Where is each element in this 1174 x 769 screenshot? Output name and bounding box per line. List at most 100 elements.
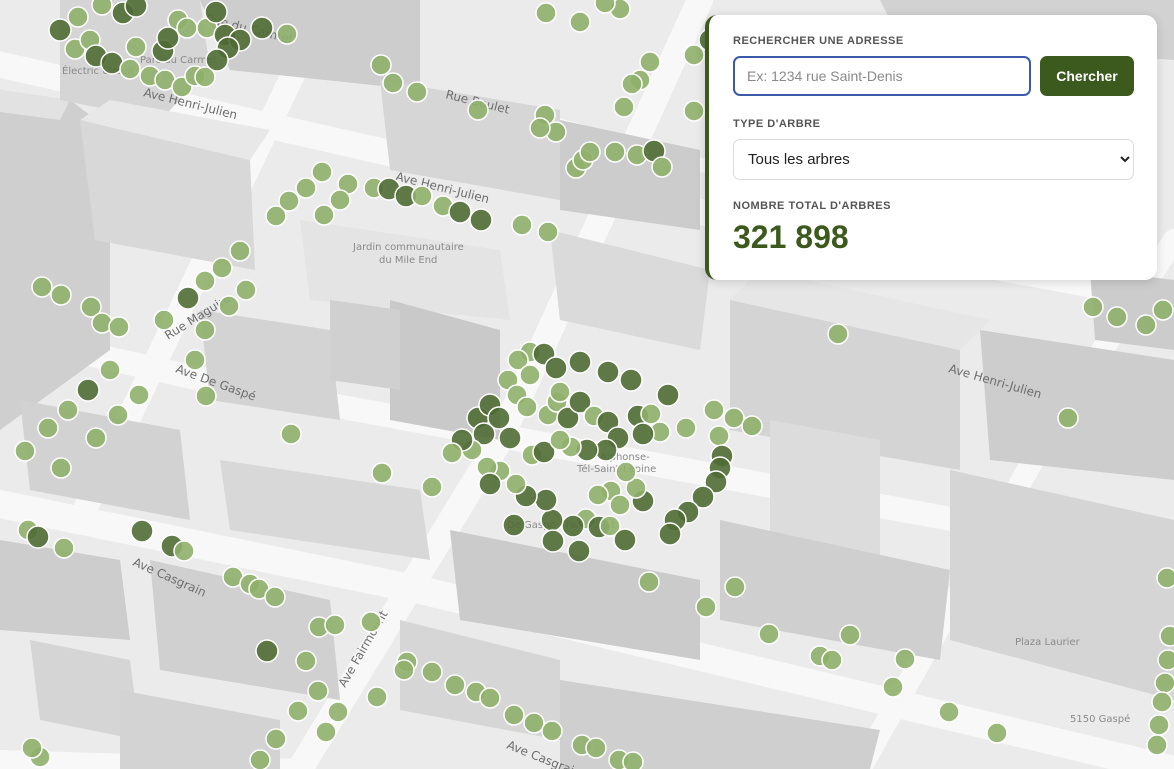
tree-marker[interactable] [986, 722, 1008, 744]
tree-marker[interactable] [265, 728, 287, 750]
tree-marker[interactable] [327, 701, 349, 723]
address-search-input[interactable] [733, 56, 1031, 96]
tree-marker[interactable] [204, 0, 228, 24]
tree-marker[interactable] [479, 687, 501, 709]
tree-marker[interactable] [176, 286, 200, 310]
tree-marker[interactable] [621, 73, 643, 95]
tree-marker[interactable] [631, 422, 655, 446]
tree-marker[interactable] [1057, 407, 1079, 429]
tree-marker[interactable] [640, 403, 662, 425]
tree-marker[interactable] [108, 316, 130, 338]
tree-marker[interactable] [615, 461, 637, 483]
tree-marker[interactable] [67, 6, 89, 28]
tree-marker[interactable] [1157, 649, 1174, 671]
tree-marker[interactable] [523, 712, 545, 734]
tree-marker[interactable] [124, 0, 148, 18]
tree-marker[interactable] [1148, 714, 1170, 736]
tree-marker[interactable] [1151, 691, 1173, 713]
tree-marker[interactable] [695, 596, 717, 618]
tree-marker[interactable] [467, 99, 489, 121]
tree-marker[interactable] [324, 614, 346, 636]
tree-marker[interactable] [128, 384, 150, 406]
tree-marker[interactable] [276, 23, 298, 45]
tree-marker[interactable] [194, 270, 216, 292]
tree-marker[interactable] [587, 484, 609, 506]
tree-marker[interactable] [596, 360, 620, 384]
tree-marker[interactable] [502, 513, 526, 537]
tree-marker[interactable] [540, 508, 564, 532]
tree-marker[interactable] [130, 519, 154, 543]
search-button[interactable]: Chercher [1040, 56, 1134, 96]
tree-marker[interactable] [229, 240, 251, 262]
tree-marker[interactable] [125, 36, 147, 58]
tree-marker[interactable] [85, 427, 107, 449]
tree-marker[interactable] [604, 141, 626, 163]
tree-marker[interactable] [37, 417, 59, 439]
tree-marker[interactable] [57, 399, 79, 421]
tree-marker[interactable] [503, 704, 525, 726]
tree-marker[interactable] [561, 514, 585, 538]
tree-marker[interactable] [1152, 299, 1174, 321]
tree-marker[interactable] [609, 494, 631, 516]
tree-marker[interactable] [156, 26, 180, 50]
tree-marker[interactable] [329, 189, 351, 211]
tree-marker[interactable] [511, 214, 533, 236]
tree-marker[interactable] [639, 51, 661, 73]
tree-marker[interactable] [370, 54, 392, 76]
tree-marker[interactable] [264, 586, 286, 608]
tree-marker[interactable] [26, 525, 50, 549]
tree-marker[interactable] [585, 737, 607, 759]
tree-marker[interactable] [683, 44, 705, 66]
tree-marker[interactable] [311, 161, 333, 183]
tree-marker[interactable] [656, 383, 680, 407]
tree-marker[interactable] [567, 539, 591, 563]
tree-marker[interactable] [534, 488, 558, 512]
tree-marker[interactable] [99, 359, 121, 381]
tree-marker[interactable] [544, 356, 568, 380]
tree-marker[interactable] [478, 472, 502, 496]
tree-marker[interactable] [821, 649, 843, 671]
tree-marker[interactable] [569, 11, 591, 33]
tree-marker[interactable] [307, 680, 329, 702]
tree-marker[interactable] [505, 473, 527, 495]
tree-marker[interactable] [31, 276, 53, 298]
tree-marker[interactable] [516, 396, 538, 418]
tree-marker[interactable] [1159, 625, 1174, 647]
tree-marker[interactable] [1135, 314, 1157, 336]
tree-marker[interactable] [741, 415, 763, 437]
tree-marker[interactable] [708, 425, 730, 447]
tree-marker[interactable] [295, 177, 317, 199]
tree-marker[interactable] [579, 141, 601, 163]
tree-marker[interactable] [53, 537, 75, 559]
tree-marker[interactable] [448, 200, 472, 224]
tree-marker[interactable] [541, 720, 563, 742]
tree-marker[interactable] [703, 399, 725, 421]
tree-marker[interactable] [184, 349, 206, 371]
tree-marker[interactable] [255, 639, 279, 663]
tree-marker[interactable] [675, 417, 697, 439]
tree-marker[interactable] [50, 457, 72, 479]
tree-marker[interactable] [411, 185, 433, 207]
tree-marker[interactable] [91, 0, 113, 16]
tree-marker[interactable] [421, 661, 443, 683]
tree-marker[interactable] [287, 700, 309, 722]
tree-marker[interactable] [619, 368, 643, 392]
tree-marker[interactable] [683, 100, 705, 122]
tree-marker[interactable] [176, 17, 198, 39]
tree-marker[interactable] [1082, 296, 1104, 318]
tree-marker[interactable] [205, 48, 229, 72]
tree-marker[interactable] [638, 571, 660, 593]
tree-marker[interactable] [295, 650, 317, 672]
tree-marker[interactable] [119, 58, 141, 80]
tree-marker[interactable] [393, 659, 415, 681]
tree-marker[interactable] [250, 16, 274, 40]
tree-marker[interactable] [549, 429, 571, 451]
tree-marker[interactable] [315, 721, 337, 743]
tree-marker[interactable] [76, 378, 100, 402]
tree-marker[interactable] [194, 319, 216, 341]
tree-marker[interactable] [371, 462, 393, 484]
tree-marker[interactable] [519, 364, 541, 386]
tree-marker[interactable] [50, 284, 72, 306]
tree-marker[interactable] [622, 751, 644, 769]
tree-marker[interactable] [469, 208, 493, 232]
